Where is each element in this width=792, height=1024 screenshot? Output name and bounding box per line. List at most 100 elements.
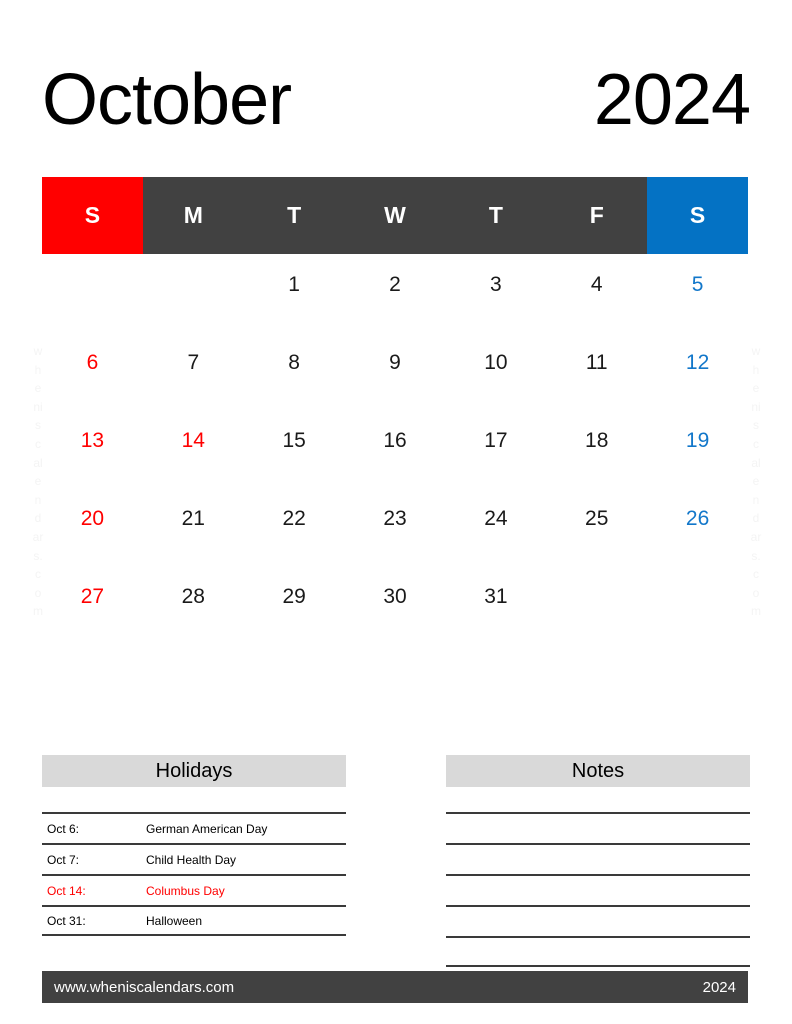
watermark-char: ar xyxy=(750,529,762,544)
holidays-panel: Holidays Oct 6: German American Day Oct 7:… xyxy=(42,755,346,936)
day-cell-17[interactable]: 17 xyxy=(445,410,546,488)
day-cell-empty xyxy=(647,566,748,644)
day-cell-14[interactable]: 14 xyxy=(143,410,244,488)
holidays-title: Holidays xyxy=(42,755,346,787)
calendar-title: October 2024 xyxy=(42,52,751,148)
day-cell-22[interactable]: 22 xyxy=(244,488,345,566)
day-cell-7[interactable]: 7 xyxy=(143,332,244,410)
day-cell-21[interactable]: 21 xyxy=(143,488,244,566)
day-cell-19[interactable]: 19 xyxy=(647,410,748,488)
watermark-char: s xyxy=(35,418,41,433)
holiday-row: Oct 31: Halloween xyxy=(42,905,346,936)
year-label: 2024 xyxy=(593,60,751,140)
day-cell-8[interactable]: 8 xyxy=(244,332,345,410)
watermark-char: c xyxy=(753,567,759,582)
day-cell-10[interactable]: 10 xyxy=(445,332,546,410)
notes-title: Notes xyxy=(446,755,750,787)
day-cell-24[interactable]: 24 xyxy=(445,488,546,566)
day-cell-16[interactable]: 16 xyxy=(345,410,446,488)
watermark-char: w xyxy=(33,344,43,358)
watermark-char: d xyxy=(752,511,760,526)
week-row: 6 7 8 9 10 11 12 xyxy=(42,332,748,410)
day-cell-13[interactable]: 13 xyxy=(42,410,143,488)
day-cell-23[interactable]: 23 xyxy=(345,488,446,566)
day-cell-15[interactable]: 15 xyxy=(244,410,345,488)
day-cell-2[interactable]: 2 xyxy=(345,254,446,332)
footer-year-label: 2024 xyxy=(702,978,736,996)
watermark-char: h xyxy=(34,362,42,377)
weekday-header-row: SMTWTFS xyxy=(42,177,749,254)
day-cell-empty xyxy=(143,254,244,332)
day-cell-empty xyxy=(42,254,143,332)
watermark-char: al xyxy=(33,455,43,470)
watermark-char: n xyxy=(752,492,760,507)
month-label: October xyxy=(42,60,292,140)
day-cell-18[interactable]: 18 xyxy=(546,410,647,488)
watermark-char: w xyxy=(751,344,761,358)
watermark-char: s. xyxy=(33,548,43,563)
day-cell-27[interactable]: 27 xyxy=(42,566,143,644)
week-row: 12345 xyxy=(42,254,748,332)
watermark-right: w h e ni s c al e n d ar s. c o m xyxy=(744,342,768,621)
watermark-char: ar xyxy=(32,529,44,544)
watermark-char: ni xyxy=(33,399,43,414)
day-cell-20[interactable]: 20 xyxy=(42,488,143,566)
day-cell-31[interactable]: 31 xyxy=(445,566,546,644)
watermark-char: d xyxy=(34,511,42,526)
day-cell-5[interactable]: 5 xyxy=(647,254,748,332)
page-footer: www.wheniscalendars.com 2024 xyxy=(42,971,748,1003)
weekday-header-cell-0: S xyxy=(42,177,143,254)
watermark-char: e xyxy=(34,474,42,489)
watermark-char: o xyxy=(34,585,42,600)
day-cell-30[interactable]: 30 xyxy=(345,566,446,644)
holiday-date: Oct 31: xyxy=(47,913,86,928)
weekday-header-cell-3: W xyxy=(344,177,446,254)
holiday-date: Oct 14: xyxy=(47,883,86,898)
note-line[interactable] xyxy=(446,874,750,905)
watermark-char: e xyxy=(34,381,42,396)
day-cell-12[interactable]: 12 xyxy=(647,332,748,410)
watermark-left: w h e ni s c al e n d ar s. c o m xyxy=(26,342,50,621)
calendar-page: October 2024 SMTWTFS 1 2 3 4 5 6 7 8 9 10 11 12 13 14… xyxy=(0,0,792,1024)
watermark-char: m xyxy=(751,604,761,619)
day-cell-26[interactable]: 26 xyxy=(647,488,748,566)
notes-panel: Notes xyxy=(446,755,750,967)
day-cell-1[interactable]: 1 xyxy=(244,254,345,332)
day-cell-4[interactable]: 4 xyxy=(546,254,647,332)
footer-site-label[interactable]: www.wheniscalendars.com xyxy=(54,979,234,996)
day-cell-29[interactable]: 29 xyxy=(244,566,345,644)
day-cell-6[interactable]: 6 xyxy=(42,332,143,410)
watermark-char: al xyxy=(751,455,761,470)
week-row: 27 28 29 30 31 xyxy=(42,566,748,644)
watermark-char: s xyxy=(753,418,759,433)
day-cell-11[interactable]: 11 xyxy=(546,332,647,410)
watermark-char: ni xyxy=(751,399,761,414)
holiday-date: Oct 7: xyxy=(47,852,80,867)
day-cell-empty xyxy=(546,566,647,644)
day-cell-3[interactable]: 3 xyxy=(445,254,546,332)
weekday-header-cell-4: T xyxy=(445,177,547,254)
note-line[interactable] xyxy=(446,812,750,843)
watermark-char: c xyxy=(35,567,41,582)
day-cell-28[interactable]: 28 xyxy=(143,566,244,644)
watermark-char: o xyxy=(752,585,760,600)
note-line[interactable] xyxy=(446,905,750,936)
day-cell-25[interactable]: 25 xyxy=(546,488,647,566)
holiday-name: Halloween xyxy=(146,913,203,928)
holiday-row: Oct 6: German American Day xyxy=(42,812,346,843)
weekday-header-cell-2: T xyxy=(243,177,345,254)
day-cell-9[interactable]: 9 xyxy=(345,332,446,410)
watermark-char: c xyxy=(753,436,759,451)
notes-lines[interactable] xyxy=(446,812,750,967)
weekday-header-cell-1: M xyxy=(142,177,244,254)
watermark-char: h xyxy=(752,362,760,377)
week-row: 20 21 22 23 24 25 26 xyxy=(42,488,748,566)
holiday-name: German American Day xyxy=(146,821,268,836)
weekday-header-cell-5: F xyxy=(546,177,648,254)
watermark-char: e xyxy=(752,381,760,396)
note-line[interactable] xyxy=(446,843,750,874)
holiday-row: Oct 14: Columbus Day xyxy=(42,874,346,905)
watermark-char: n xyxy=(34,492,42,507)
day-grid: 1 2 3 4 5 6 7 8 9 10 11 12 13 14 15 16 17 18 19 20 21 22 23 24 2… xyxy=(42,254,748,644)
note-line[interactable] xyxy=(446,936,750,967)
